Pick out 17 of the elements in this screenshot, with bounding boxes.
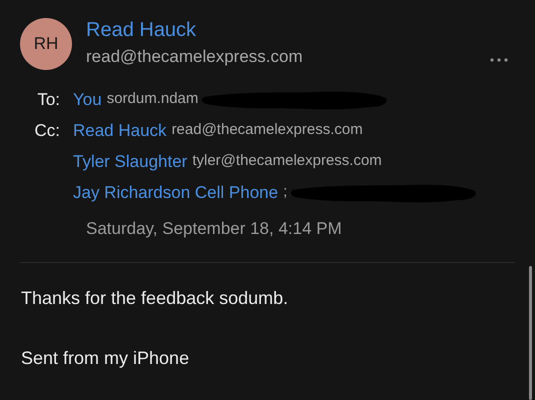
recipient-name[interactable]: You — [73, 86, 102, 112]
sender-name[interactable]: Read Hauck — [86, 18, 303, 42]
message-text: Thanks for the feedback sodumb. — [21, 286, 290, 308]
recipient-name[interactable]: Read Hauck — [73, 118, 167, 144]
avatar: RH — [20, 18, 72, 70]
recipient-address: sordum.ndam — [106, 89, 198, 110]
sender-email: read@thecamelexpress.com — [86, 46, 303, 68]
field-label: Cc: — [34, 120, 60, 142]
recipient-address: read@thecamelexpress.com — [172, 120, 363, 140]
sent-date: Saturday, September 18, 4:14 PM — [86, 218, 343, 240]
recipient-address: ; — [283, 182, 288, 202]
recipient-address: tyler@thecamelexpress.com — [192, 151, 382, 172]
more-icon[interactable] — [490, 58, 508, 62]
message-text: Sent from my iPhone — [21, 346, 190, 368]
field-label: To: — [37, 88, 60, 111]
recipient-name[interactable]: Jay Richardson Cell Phone — [73, 180, 278, 206]
recipient-name[interactable]: Tyler Slaughter — [73, 148, 188, 174]
